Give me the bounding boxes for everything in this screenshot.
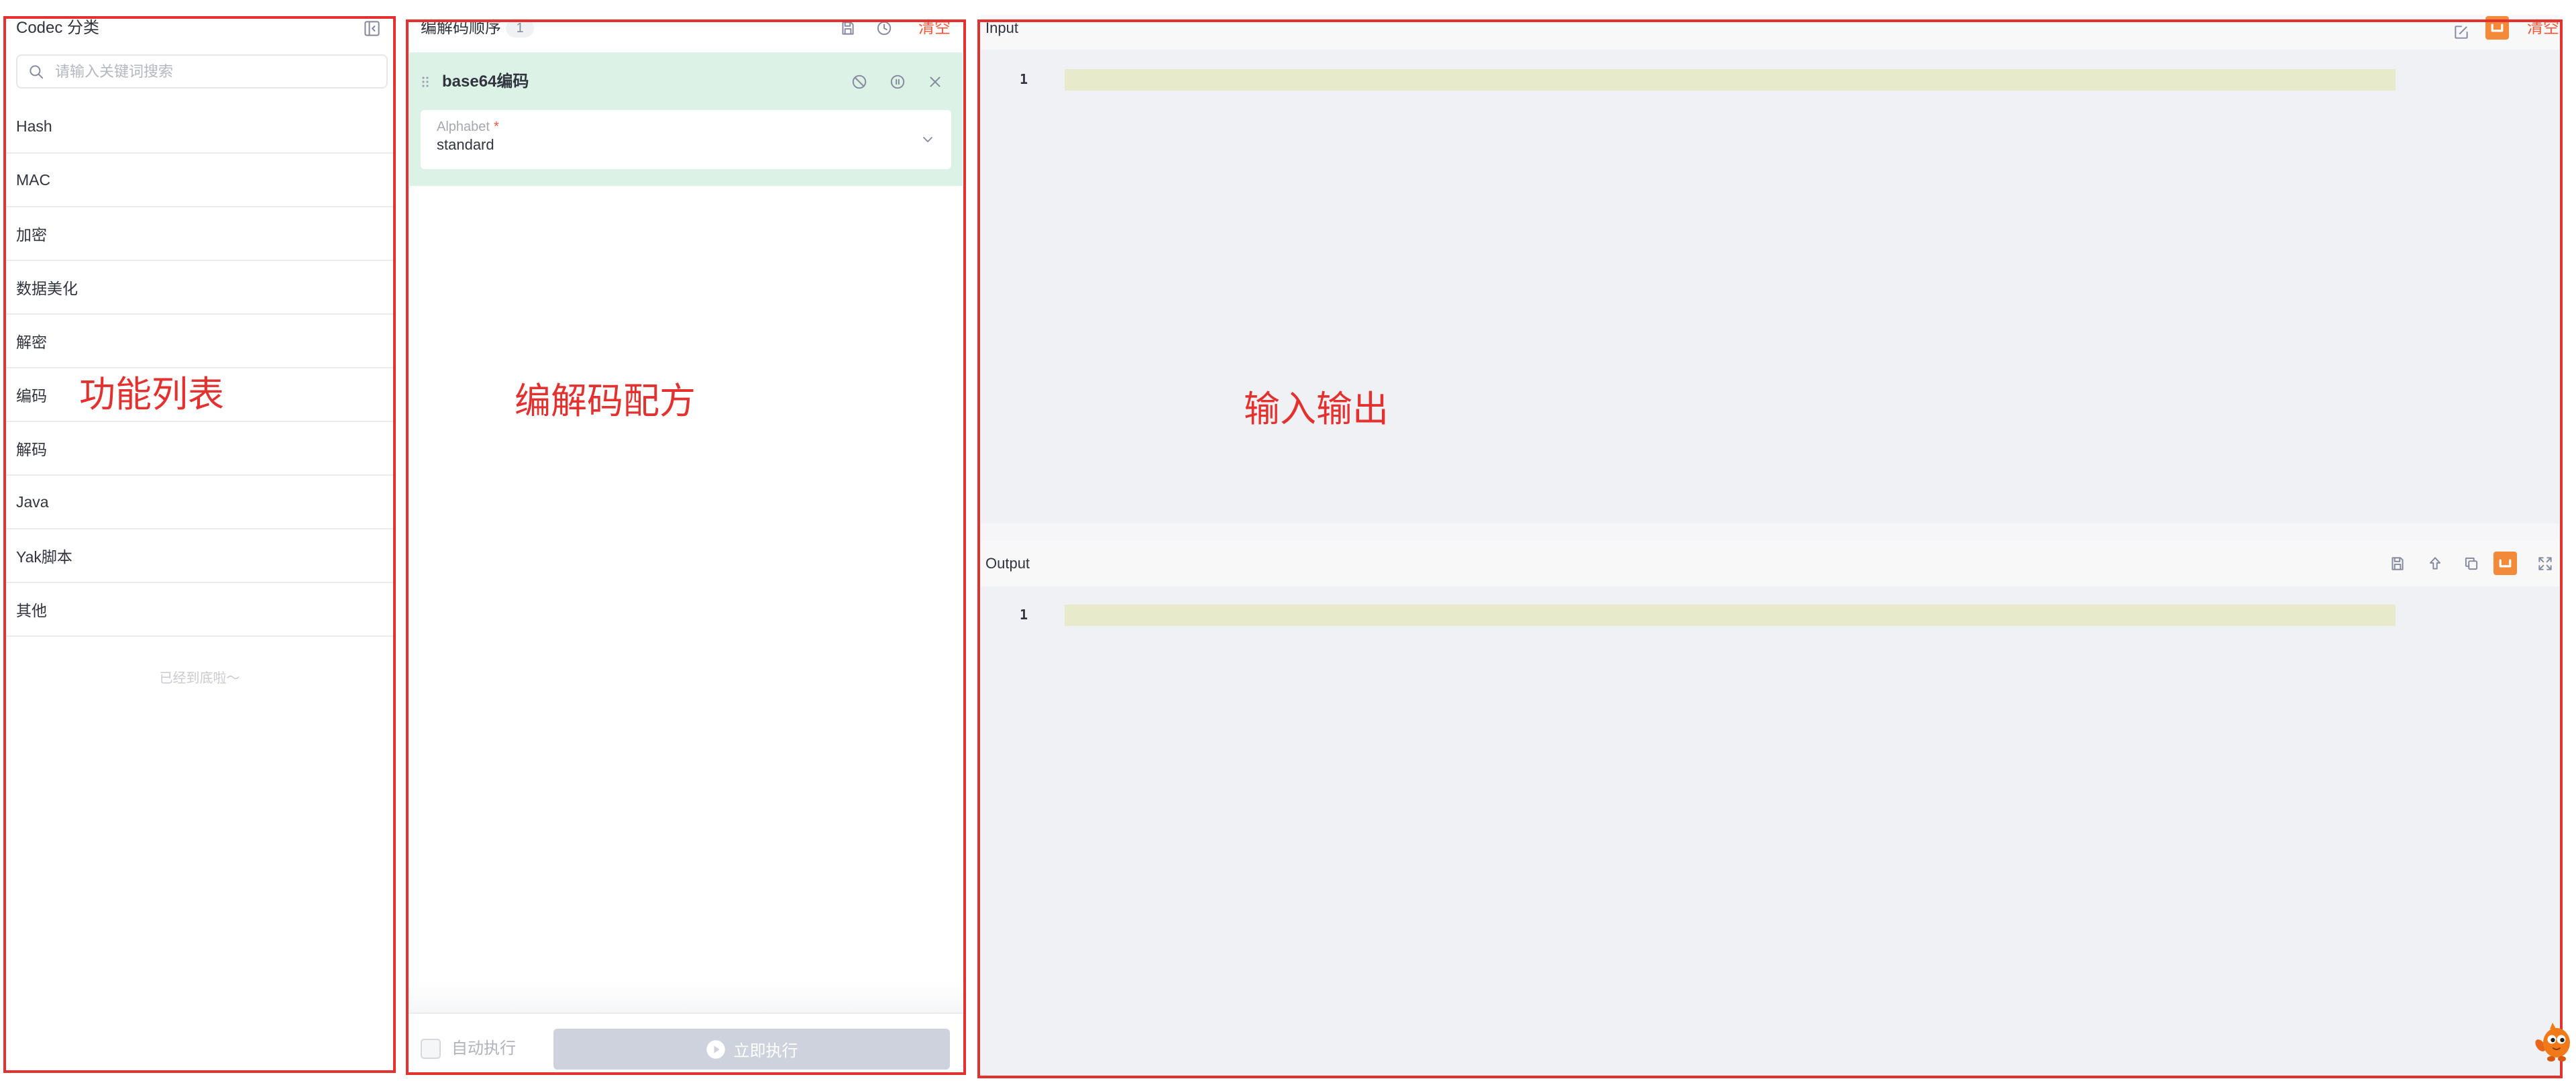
category-item-other[interactable]: 其他 [3,583,396,637]
expand-icon[interactable] [2536,555,2554,572]
current-line-highlight [1065,605,2396,626]
output-editor[interactable]: 1 [981,586,2559,1076]
codec-category-panel: Codec 分类 Hash MAC 加密 数据美化 解密 编码 解码 Java … [3,15,396,1075]
run-now-label: 立即执行 [733,1042,798,1060]
pause-icon[interactable] [889,73,906,91]
input-title: Input [985,19,1018,36]
category-item-decrypt[interactable]: 解密 [3,315,396,368]
play-icon [706,1039,725,1059]
list-end-text: 已经到底啦～ [159,671,240,686]
clear-recipe-button[interactable]: 清空 [918,18,951,38]
step-name: base64编码 [442,72,529,91]
category-item-java[interactable]: Java [3,476,396,529]
auto-run-checkbox[interactable] [421,1039,441,1059]
annotation-function-list: 功能列表 [79,374,224,415]
drag-handle-icon[interactable] [417,74,433,90]
chevron-down-icon [920,132,936,148]
output-header: Output [981,541,2559,586]
output-title: Output [985,555,1030,572]
wrap-toggle-icon[interactable] [2485,16,2509,40]
input-editor[interactable]: 1 [981,50,2559,523]
search-icon [28,63,45,81]
category-item-beautify[interactable]: 数据美化 [3,261,396,315]
line-number: 1 [1019,607,1028,623]
upload-icon[interactable] [2426,555,2444,572]
collapse-icon[interactable] [363,19,381,38]
category-item-encrypt[interactable]: 加密 [3,207,396,261]
category-list: Hash MAC 加密 数据美化 解密 编码 解码 Java Yak脚本 其他 [3,100,396,637]
alphabet-value: standard [437,136,494,153]
recipe-step-card: base64编码 Alphabet * standard [409,52,963,186]
close-icon[interactable] [926,73,944,91]
current-line-highlight [1065,69,2396,91]
input-output-panel: Input 清空 1 Output 1 [977,15,2563,1078]
clear-input-button[interactable]: 清空 [2527,18,2559,38]
save-icon[interactable] [2389,555,2406,572]
required-mark: * [493,119,499,134]
recipe-action-bar: 自动执行 立即执行 [406,1013,966,1075]
category-item-mac[interactable]: MAC [3,154,396,207]
line-number: 1 [1019,71,1028,87]
category-item-decode[interactable]: 解码 [3,422,396,476]
alphabet-label: Alphabet * [437,119,499,135]
alphabet-label-text: Alphabet [437,119,490,134]
panel-title: Codec 分类 [16,19,100,37]
alphabet-select[interactable]: Alphabet * standard [421,110,951,169]
annotation-recipe: 编解码配方 [515,381,696,421]
recipe-panel: 编解码顺序 1 清空 base64编码 Alphabet* standard [406,15,966,1075]
resize-divider[interactable] [981,523,2559,541]
ban-icon[interactable] [851,73,868,91]
auto-run-label: 自动执行 [451,1039,516,1058]
category-item-yak-script[interactable]: Yak脚本 [3,529,396,583]
category-item-hash[interactable]: Hash [3,100,396,154]
mascot-icon[interactable] [2535,1019,2574,1066]
recipe-title: 编解码顺序 [421,19,501,37]
recipe-count-badge: 1 [506,19,534,38]
search-box[interactable] [16,54,388,89]
search-input[interactable] [55,56,377,87]
history-icon[interactable] [875,19,893,37]
annotation-input-output: 输入输出 [1244,389,1389,429]
run-now-button[interactable]: 立即执行 [553,1029,950,1070]
list-fade [406,981,966,1013]
wrap-toggle-icon[interactable] [2493,552,2517,575]
copy-icon[interactable] [2463,555,2480,572]
save-icon[interactable] [839,19,857,37]
input-header: Input 清空 [981,15,2559,50]
edit-icon[interactable] [2453,23,2470,41]
